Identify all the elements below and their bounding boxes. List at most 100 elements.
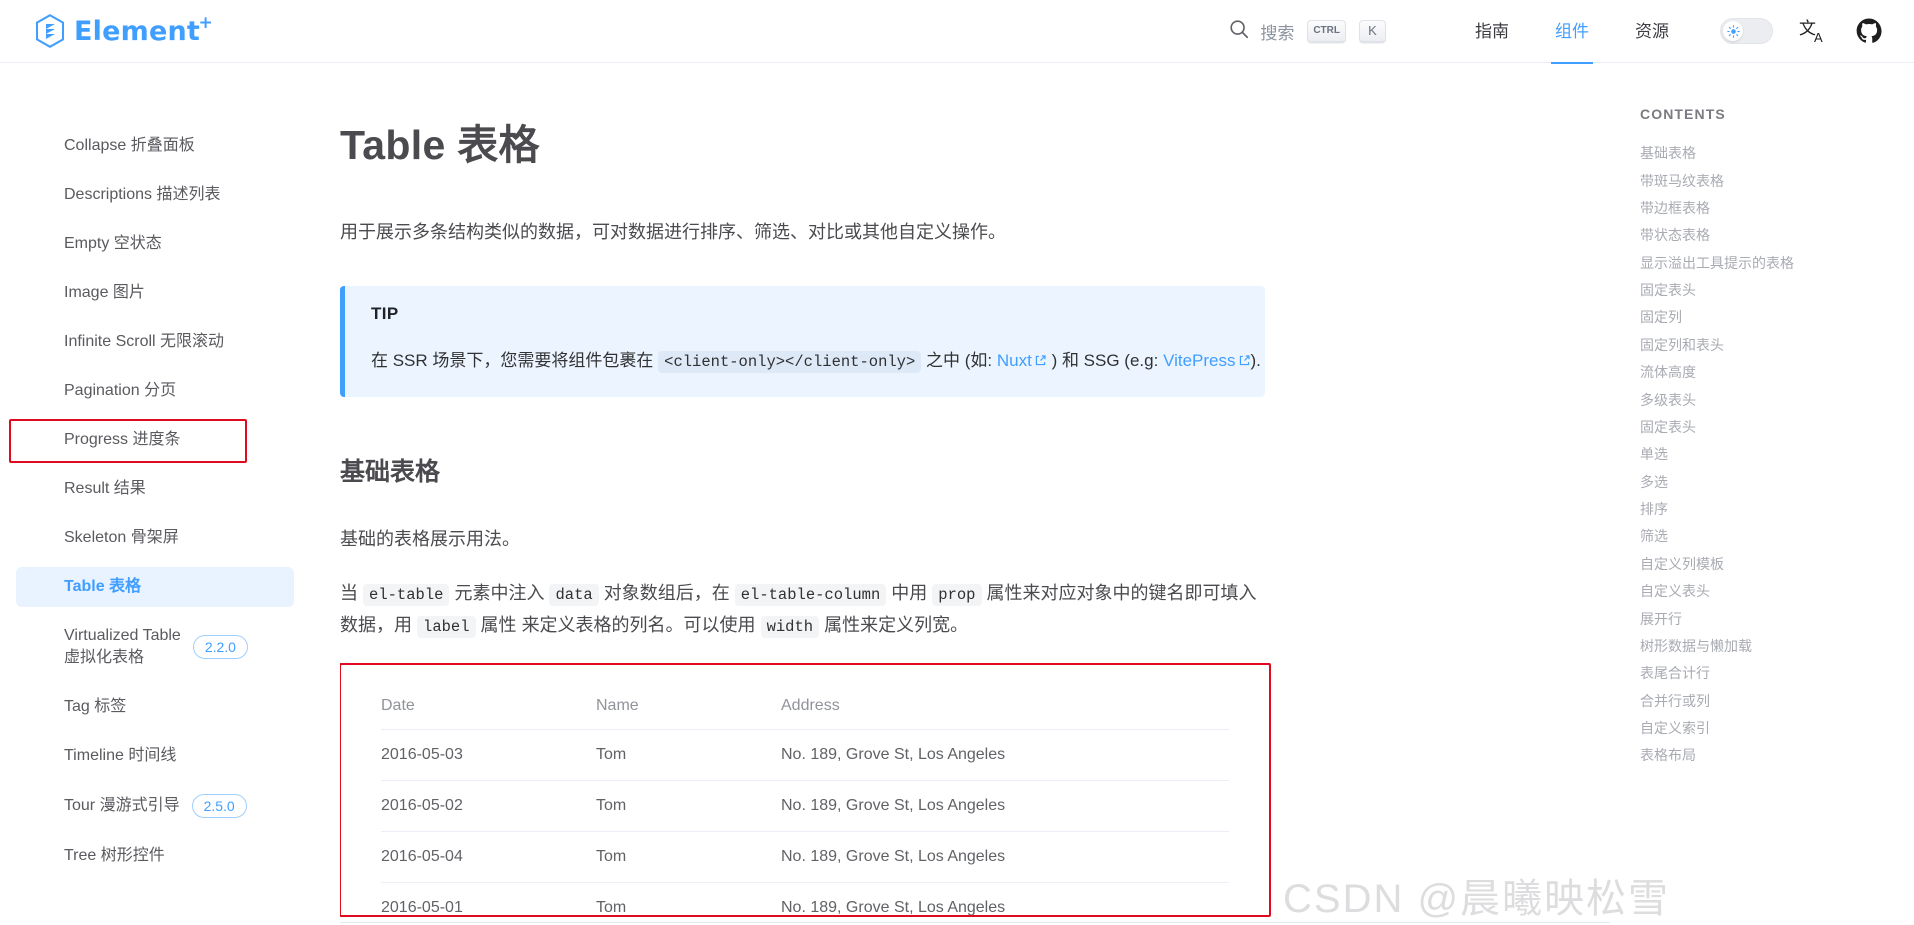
sidebar-item-7[interactable]: Result 结果 <box>16 469 294 509</box>
toc-item-12[interactable]: 多选 <box>1640 469 1914 496</box>
toc-item-6[interactable]: 固定列 <box>1640 304 1914 331</box>
sidebar-item-label: Tour 漫游式引导 <box>64 797 180 814</box>
body-text-6: 属性 <box>480 615 517 635</box>
toc-item-21[interactable]: 自定义索引 <box>1640 715 1914 742</box>
toc-item-3[interactable]: 带状态表格 <box>1640 222 1914 249</box>
toc-item-7[interactable]: 固定列和表头 <box>1640 332 1914 359</box>
top-header: Element + 搜索 CTRL K 指南 组件 资源 文 A <box>0 0 1914 64</box>
toc-item-1[interactable]: 带斑马纹表格 <box>1640 167 1914 194</box>
code-el-table-column: el-table-column <box>734 584 887 606</box>
sidebar-item-8[interactable]: Skeleton 骨架屏 <box>16 518 294 558</box>
translate-icon[interactable]: 文 A <box>1799 17 1827 45</box>
table-cell: 2016-05-04 <box>381 831 596 883</box>
vitepress-link[interactable]: VitePress <box>1163 351 1250 370</box>
toc-item-10[interactable]: 固定表头 <box>1640 414 1914 441</box>
tip-callout: TIP 在 SSR 场景下，您需要将组件包裹在 <client-only></c… <box>340 286 1265 397</box>
basic-table: Date Name Address 2016-05-03 Tom No. 189, Gr… <box>381 691 1229 916</box>
sidebar-item-label: Pagination 分页 <box>64 382 177 399</box>
sidebar-item-label: Skeleton 骨架屏 <box>64 529 179 546</box>
sidebar-item-label: Tree 树形控件 <box>64 847 165 864</box>
sidebar-item-label: Descriptions 描述列表 <box>64 186 221 203</box>
search-icon <box>1228 18 1250 45</box>
sidebar-item-label: Result 结果 <box>64 480 146 497</box>
sidebar-item-13[interactable]: Tour 漫游式引导 2.5.0 <box>16 785 294 827</box>
table-row[interactable]: 2016-05-01 Tom No. 189, Grove St, Los Ange… <box>381 882 1229 916</box>
toc-list: 基础表格 带斑马纹表格 带边框表格 带状态表格 显示溢出工具提示的表格 固定表头 固定列 固定… <box>1640 140 1914 770</box>
toc-item-11[interactable]: 单选 <box>1640 441 1914 468</box>
sidebar-item-label: Table 表格 <box>64 578 142 595</box>
toc-item-5[interactable]: 固定表头 <box>1640 277 1914 304</box>
toc-item-13[interactable]: 排序 <box>1640 496 1914 523</box>
table-column-header: Date <box>381 691 596 730</box>
table-cell: Tom <box>596 729 781 781</box>
theme-toggle-switch[interactable] <box>1720 18 1773 44</box>
demo-table-container: Date Name Address 2016-05-03 Tom No. 189, Gr… <box>340 663 1271 917</box>
table-row[interactable]: 2016-05-03 Tom No. 189, Grove St, Los Ange… <box>381 729 1229 781</box>
sidebar-item-2[interactable]: Empty 空状态 <box>16 224 294 264</box>
sidebar-item-0[interactable]: Collapse 折叠面板 <box>16 126 294 166</box>
sidebar-item-14[interactable]: Tree 树形控件 <box>16 836 294 876</box>
table-cell: 2016-05-02 <box>381 780 596 832</box>
body-text-3: 对象数组后，在 <box>603 583 730 603</box>
toc-item-14[interactable]: 筛选 <box>1640 523 1914 550</box>
table-row[interactable]: 2016-05-02 Tom No. 189, Grove St, Los Ange… <box>381 780 1229 832</box>
toc-item-2[interactable]: 带边框表格 <box>1640 195 1914 222</box>
toc-item-15[interactable]: 自定义列模板 <box>1640 551 1914 578</box>
toc-item-0[interactable]: 基础表格 <box>1640 140 1914 167</box>
theme-toggle-knob <box>1723 21 1743 41</box>
search-label: 搜索 <box>1260 23 1295 43</box>
sidebar-item-label: Timeline 时间线 <box>64 747 177 764</box>
sidebar-item-3[interactable]: Image 图片 <box>16 273 294 313</box>
toc-item-18[interactable]: 树形数据与懒加载 <box>1640 633 1914 660</box>
table-row[interactable]: 2016-05-04 Tom No. 189, Grove St, Los Ange… <box>381 831 1229 883</box>
section-body: 当 el-table 元素中注入 data 对象数组后，在 el-table-c… <box>340 578 1270 642</box>
table-cell: No. 189, Grove St, Los Angeles <box>781 882 1229 916</box>
sidebar-item-label: Progress 进度条 <box>64 431 181 448</box>
toc-item-4[interactable]: 显示溢出工具提示的表格 <box>1640 250 1914 277</box>
section-intro: 基础的表格展示用法。 <box>340 529 520 549</box>
sidebar-item-4[interactable]: Infinite Scroll 无限滚动 <box>16 322 294 362</box>
sidebar-item-9[interactable]: Table 表格 <box>16 567 294 607</box>
table-cell: 2016-05-01 <box>381 882 596 916</box>
table-of-contents: CONTENTS 基础表格 带斑马纹表格 带边框表格 带状态表格 显示溢出工具提示的表格… <box>1610 64 1914 925</box>
toc-item-19[interactable]: 表尾合计行 <box>1640 660 1914 687</box>
header-actions: 搜索 CTRL K 指南 组件 资源 文 A <box>1220 0 1882 64</box>
sidebar-item-6[interactable]: Progress 进度条 <box>16 420 294 460</box>
sidebar-item-1[interactable]: Descriptions 描述列表 <box>16 175 294 215</box>
toc-item-17[interactable]: 展开行 <box>1640 605 1914 632</box>
sidebar-nav-list: Collapse 折叠面板 Descriptions 描述列表 Empty 空状态 I… <box>0 126 340 876</box>
nuxt-link[interactable]: Nuxt <box>997 351 1047 370</box>
toc-item-8[interactable]: 流体高度 <box>1640 359 1914 386</box>
brand-name: Element + <box>74 12 213 47</box>
brand-logo[interactable]: Element + <box>35 12 213 48</box>
nav-item-guide[interactable]: 指南 <box>1475 0 1509 63</box>
search-button[interactable]: 搜索 CTRL K <box>1220 14 1394 49</box>
toc-item-22[interactable]: 表格布局 <box>1640 742 1914 769</box>
body-text-4: 中用 <box>891 583 928 603</box>
left-sidebar[interactable]: Collapse 折叠面板 Descriptions 描述列表 Empty 空状态 I… <box>0 64 340 925</box>
tip-text-1: 在 SSR 场景下，您需要将组件包裹在 <box>371 351 654 370</box>
tip-body: 在 SSR 场景下，您需要将组件包裹在 <client-only></clien… <box>371 348 1261 375</box>
toc-item-16[interactable]: 自定义表头 <box>1640 578 1914 605</box>
sidebar-item-11[interactable]: Tag 标签 <box>16 687 294 727</box>
page-title: Table 表格 <box>340 122 540 168</box>
nav-item-components[interactable]: 组件 <box>1551 0 1593 64</box>
code-width: width <box>760 616 820 638</box>
tip-code-client-only: <client-only></client-only> <box>658 351 922 373</box>
demo-card: Date Name Address 2016-05-03 Tom No. 189, Gr… <box>340 664 1270 916</box>
table-column-header: Address <box>781 691 1229 730</box>
sidebar-item-label: Empty 空状态 <box>64 235 162 252</box>
github-icon[interactable] <box>1856 18 1882 44</box>
tip-text-2: 之中 (如: <box>926 351 993 370</box>
sidebar-item-10[interactable]: Virtualized Table 虚拟化表格 2.2.0 <box>16 616 294 678</box>
nav-item-resources[interactable]: 资源 <box>1635 0 1669 63</box>
tip-title: TIP <box>371 304 399 323</box>
kbd-k: K <box>1359 19 1386 43</box>
sidebar-item-12[interactable]: Timeline 时间线 <box>16 736 294 776</box>
toc-item-9[interactable]: 多级表头 <box>1640 386 1914 413</box>
toc-item-20[interactable]: 合并行或列 <box>1640 688 1914 715</box>
brand-superscript: + <box>198 12 213 33</box>
body-text-7: 来定义表格的列名。可以使用 <box>521 615 756 635</box>
sidebar-item-5[interactable]: Pagination 分页 <box>16 371 294 411</box>
main-content: Table 表格 用于展示多条结构类似的数据，可对数据进行排序、筛选、对比或其他… <box>340 64 1610 925</box>
